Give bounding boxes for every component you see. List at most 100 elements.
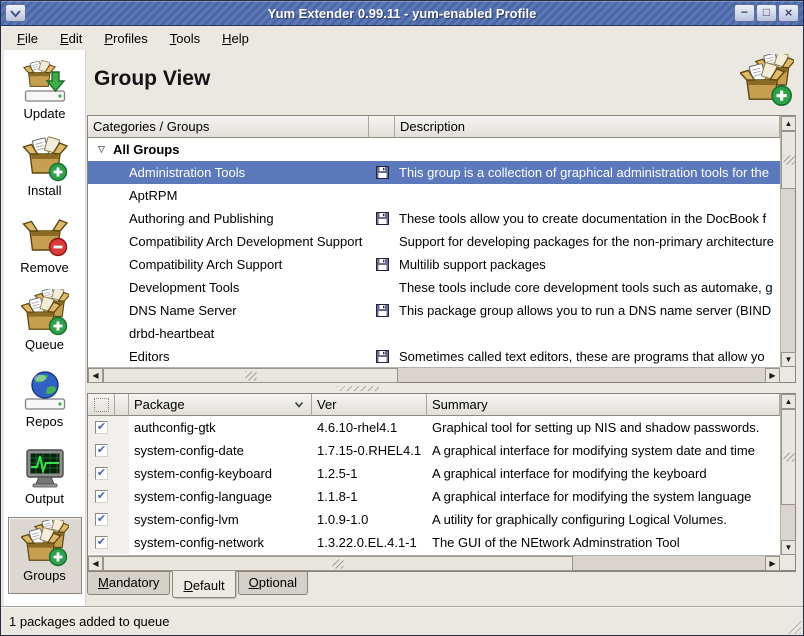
packages-horizontal-scrollbar[interactable]: ◀ ▶ [88,555,780,570]
arrow-down-icon: ▼ [785,356,793,364]
pane-resize-handle[interactable] [87,385,796,392]
column-header-description[interactable]: Description [395,116,780,138]
package-checkbox[interactable]: ✔ [95,444,108,457]
output-icon [21,443,69,491]
sidebar-item-groups[interactable]: Groups [8,517,82,594]
scroll-left-button[interactable]: ◀ [88,556,103,571]
status-text: 1 packages added to queue [9,614,169,629]
scroll-up-button[interactable]: ▲ [781,394,796,409]
group-row[interactable]: Compatibility Arch Support Multilib supp… [88,253,780,276]
vertical-scroll-thumb[interactable] [781,131,796,189]
menu-file[interactable]: File [7,29,48,48]
thumb-grip [245,371,256,380]
sidebar-item-queue[interactable]: Queue [8,286,82,363]
sidebar-item-install[interactable]: Install [8,132,82,209]
column-header-summary[interactable]: Summary [427,394,780,416]
column-header-checkbox[interactable] [88,394,115,416]
close-icon: × [785,5,793,20]
minimize-button[interactable]: − [734,4,755,22]
scroll-right-button[interactable]: ▶ [765,556,780,571]
groups-view-icon [740,54,794,108]
group-row[interactable]: Authoring and Publishing These tools all… [88,207,780,230]
sidebar-item-label: Repos [26,414,64,429]
expander-icon[interactable]: ▽ [94,144,109,155]
scroll-down-button[interactable]: ▼ [781,540,796,555]
arrow-up-icon: ▲ [785,120,793,128]
packages-table-header: Package Ver Summary [88,394,780,416]
sidebar-item-remove[interactable]: Remove [8,209,82,286]
scroll-right-button[interactable]: ▶ [765,368,780,383]
group-row[interactable]: Compatibility Arch Development Support S… [88,230,780,253]
groups-table-body: ▽All Groups Administration Tools This gr… [88,138,780,367]
column-header-status[interactable] [115,394,129,416]
tab-default[interactable]: Default [172,571,235,598]
check-icon: ✔ [97,468,106,479]
titlebar[interactable]: Yum Extender 0.99.11 - yum-enabled Profi… [1,1,803,26]
group-row[interactable]: AptRPM [88,184,780,207]
arrow-left-icon: ◀ [92,372,98,380]
thumb-grip [783,156,794,165]
group-row[interactable]: drbd-heartbeat [88,322,780,345]
arrow-left-icon: ◀ [92,560,98,568]
menu-help[interactable]: Help [212,29,259,48]
tab-mandatory[interactable]: Mandatory [87,572,170,595]
sidebar-item-output[interactable]: Output [8,440,82,517]
package-checkbox[interactable]: ✔ [95,421,108,434]
scrollbar-corner [780,555,795,570]
packages-table-body: ✔ authconfig-gtk 4.6.10-rhel4.1 Graphica… [88,416,780,554]
sidebar-item-label: Queue [25,337,64,352]
group-row[interactable]: ▽All Groups [88,138,780,161]
column-header-ver[interactable]: Ver [312,394,427,416]
window-title: Yum Extender 0.99.11 - yum-enabled Profi… [1,1,803,26]
horizontal-scroll-thumb[interactable] [103,556,573,571]
package-row[interactable]: ✔ system-config-keyboard 1.2.5-1 A graph… [88,462,780,485]
column-header-categories[interactable]: Categories / Groups [88,116,369,138]
scroll-down-button[interactable]: ▼ [781,352,796,367]
checkbox-header-box [94,398,109,412]
main-area: Group View Categories / Groups Descripti… [86,50,802,606]
packages-vertical-scrollbar[interactable]: ▲ ▼ [780,394,795,555]
scrollbar-corner [780,367,795,382]
groups-horizontal-scrollbar[interactable]: ◀ ▶ [88,367,780,382]
sidebar: Update Install Remove Queue [4,50,86,606]
tab-optional[interactable]: Optional [238,572,308,595]
group-row-selected[interactable]: Administration Tools This group is a col… [88,161,780,184]
column-header-icon[interactable] [369,116,395,138]
sidebar-item-update[interactable]: Update [8,55,82,132]
menu-edit[interactable]: Edit [50,29,92,48]
installed-floppy-icon [376,350,389,363]
package-checkbox[interactable]: ✔ [95,513,108,526]
package-row[interactable]: ✔ authconfig-gtk 4.6.10-rhel4.1 Graphica… [88,416,780,439]
check-icon: ✔ [97,514,106,525]
package-checkbox[interactable]: ✔ [95,536,108,549]
groups-vertical-scrollbar[interactable]: ▲ ▼ [780,116,795,367]
package-row[interactable]: ✔ system-config-language 1.1.8-1 A graph… [88,485,780,508]
pane-grip [337,386,379,391]
groups-table: Categories / Groups Description ▽All Gro… [88,116,780,367]
update-icon [21,58,69,106]
remove-icon [21,212,69,260]
scroll-left-button[interactable]: ◀ [88,368,103,383]
maximize-button[interactable]: □ [756,4,777,22]
sidebar-item-repos[interactable]: Repos [8,363,82,440]
menu-tools[interactable]: Tools [160,29,210,48]
scroll-up-button[interactable]: ▲ [781,116,796,131]
group-row[interactable]: DNS Name Server This package group allow… [88,299,780,322]
vertical-scroll-thumb[interactable] [781,409,796,505]
package-row[interactable]: ✔ system-config-date 1.7.15-0.RHEL4.1 A … [88,439,780,462]
group-row[interactable]: Development Tools These tools include co… [88,276,780,299]
package-checkbox[interactable]: ✔ [95,467,108,480]
close-button[interactable]: × [778,4,799,22]
resize-grip[interactable] [786,619,801,634]
group-row[interactable]: Editors Sometimes called text editors, t… [88,345,780,367]
horizontal-scroll-thumb[interactable] [103,368,398,383]
column-header-package[interactable]: Package [129,394,312,416]
menu-profiles[interactable]: Profiles [94,29,157,48]
package-row[interactable]: ✔ system-config-lvm 1.0.9-1.0 A utility … [88,508,780,531]
groups-scrolled-window: Categories / Groups Description ▽All Gro… [87,115,796,383]
package-row[interactable]: ✔ system-config-network 1.3.22.0.EL.4.1-… [88,531,780,554]
package-checkbox[interactable]: ✔ [95,490,108,503]
arrow-right-icon: ▶ [769,560,775,568]
app-window: Yum Extender 0.99.11 - yum-enabled Profi… [0,0,804,636]
groups-icon [21,520,69,568]
